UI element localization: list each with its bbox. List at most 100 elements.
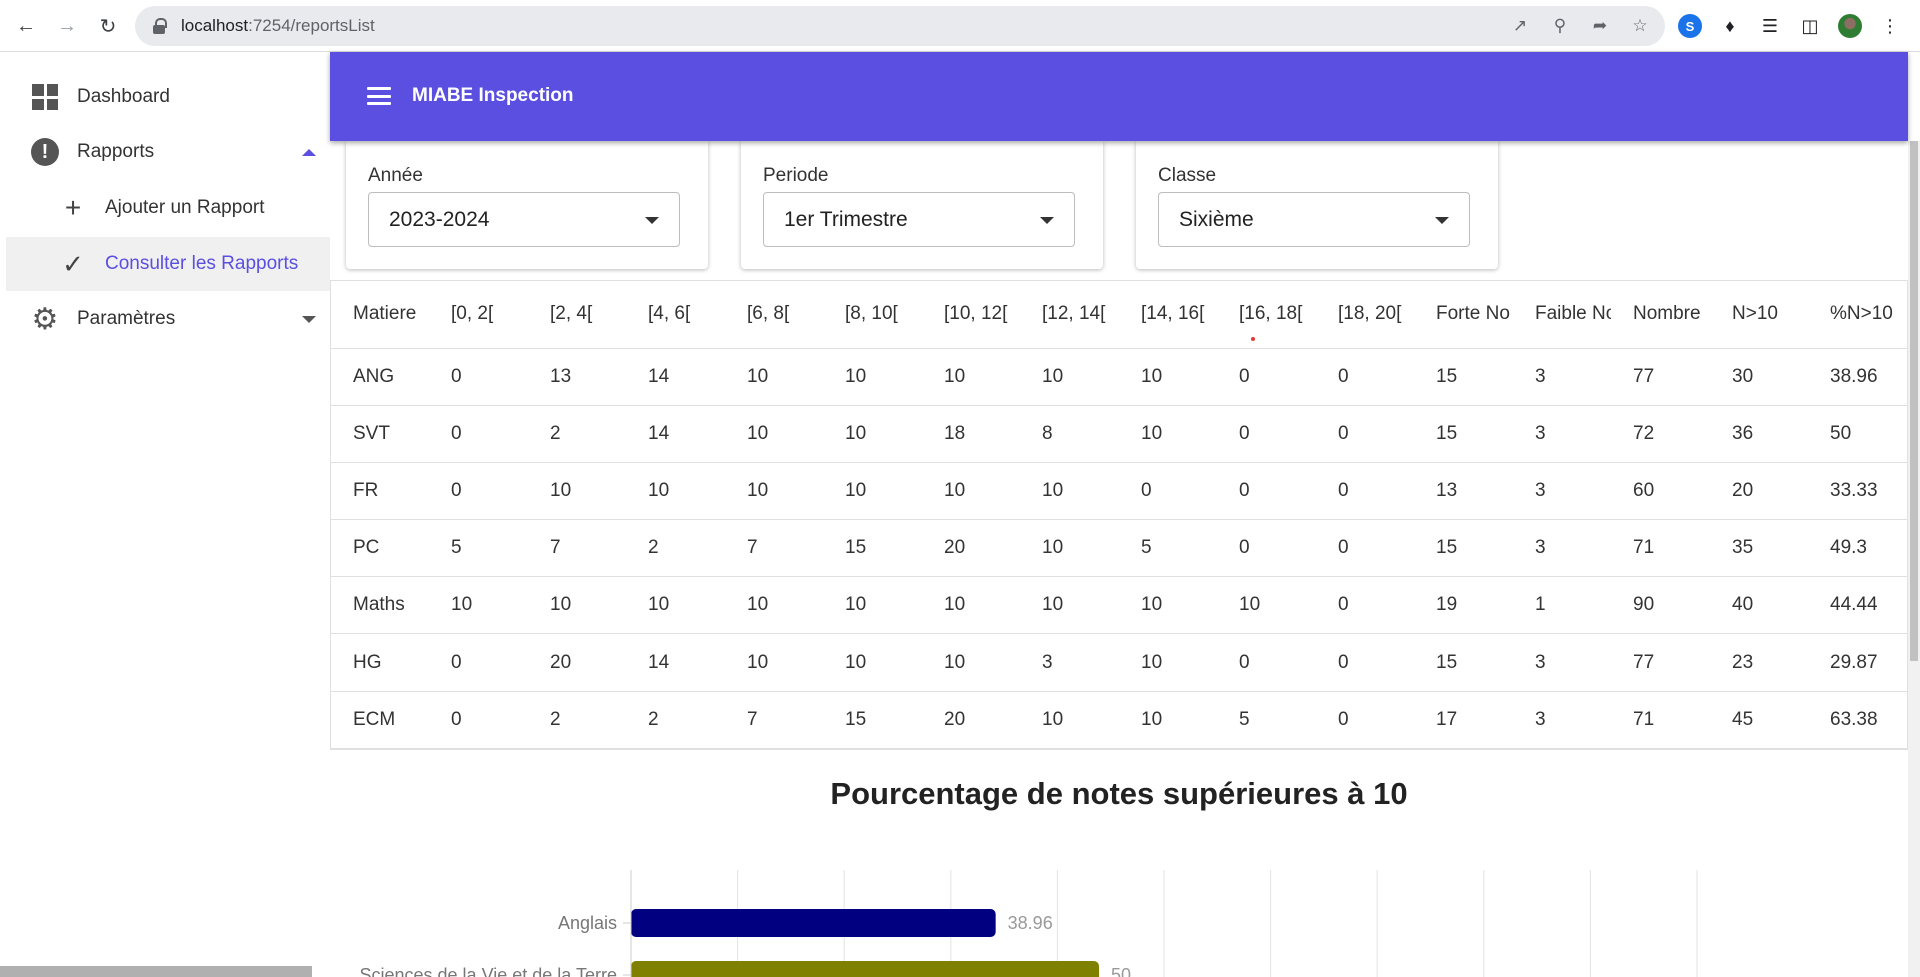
horizontal-scrollbar[interactable]: [0, 966, 312, 977]
chevron-down-icon: [302, 315, 316, 323]
lock-icon[interactable]: [153, 18, 167, 34]
table-cell: 10: [1217, 576, 1316, 635]
reload-icon[interactable]: ↻: [94, 12, 122, 40]
table-cell: 0: [1217, 519, 1316, 578]
column-header[interactable]: [0, 2[: [429, 281, 528, 349]
table-cell: 3: [1513, 691, 1611, 749]
table-cell: 20: [528, 633, 626, 692]
media-icon[interactable]: ☰: [1758, 14, 1782, 38]
table-cell: 0: [1217, 405, 1316, 463]
column-header[interactable]: Matiere: [331, 281, 429, 349]
forward-icon[interactable]: →: [53, 12, 81, 40]
table-cell: 71: [1611, 519, 1710, 578]
column-header[interactable]: N>10: [1710, 281, 1808, 349]
column-header[interactable]: [14, 16[: [1119, 281, 1217, 349]
table-cell: 17: [1414, 691, 1513, 749]
profile-avatar[interactable]: [1838, 14, 1862, 38]
table-cell: 10: [725, 405, 823, 463]
table-cell: 10: [1020, 348, 1119, 406]
table-cell: 14: [626, 348, 725, 406]
table-cell: 44.44: [1808, 576, 1907, 635]
gear-icon: ⚙: [31, 302, 59, 336]
extension-icon[interactable]: S: [1678, 14, 1702, 38]
select-value: Sixième: [1179, 207, 1254, 231]
chart-svg: Anglais 38.96 Sciences de la Vie et de la …: [360, 870, 1698, 977]
hamburger-menu-icon[interactable]: [367, 87, 391, 105]
table-cell: 10: [429, 576, 528, 635]
column-header[interactable]: [4, 6[: [626, 281, 725, 349]
plus-icon: +: [64, 192, 82, 223]
table-cell: 38.96: [1808, 348, 1907, 406]
table-cell: 10: [1020, 576, 1119, 635]
periode-select[interactable]: 1er Trimestre: [763, 192, 1075, 247]
table-cell: 3: [1020, 633, 1119, 692]
puzzle-icon[interactable]: ♦: [1718, 14, 1742, 38]
classe-select[interactable]: Sixième: [1158, 192, 1470, 247]
table-cell: 20: [922, 519, 1020, 578]
table-cell: 0: [1316, 405, 1414, 463]
dropdown-arrow-icon: [645, 217, 659, 224]
table-cell: 15: [1414, 348, 1513, 406]
table-cell: 13: [528, 348, 626, 406]
table-cell: 71: [1611, 691, 1710, 749]
column-header[interactable]: [12, 14[: [1020, 281, 1119, 349]
table-cell: 10: [823, 348, 922, 406]
table-row: PC 5 7 2 7 15 20 10 5 0 0 15 3 71 35 49.3: [331, 519, 1907, 578]
sidebar-item-rapports[interactable]: ! Rapports: [6, 125, 330, 179]
subject-cell: PC: [331, 519, 429, 578]
share-icon[interactable]: ➦: [1589, 15, 1611, 37]
back-icon[interactable]: ←: [12, 12, 40, 40]
table-cell: 33.33: [1808, 462, 1907, 521]
value-label: 50: [1111, 965, 1131, 977]
table-row: Maths 10 10 10 10 10 10 10 10 10 0 19 1 90 40 44.44: [331, 576, 1907, 635]
table-cell: 10: [1119, 633, 1217, 692]
star-icon[interactable]: ☆: [1629, 15, 1651, 37]
table-cell: 2: [626, 691, 725, 749]
open-external-icon[interactable]: ↗: [1509, 15, 1531, 37]
annee-select[interactable]: 2023-2024: [368, 192, 680, 247]
vertical-scrollbar-thumb[interactable]: [1910, 141, 1918, 661]
sidebar-item-dashboard[interactable]: Dashboard: [6, 70, 330, 124]
column-header[interactable]: [10, 12[: [922, 281, 1020, 349]
zoom-icon[interactable]: ⚲: [1549, 15, 1571, 37]
menu-icon[interactable]: ⋮: [1878, 14, 1902, 38]
browser-toolbar: ← → ↻ localhost:7254/reportsList ↗ ⚲ ➦ ☆…: [0, 0, 1920, 52]
sidebar: Dashboard ! Rapports + Ajouter un Rappor…: [0, 52, 330, 977]
sidebar-item-parametres[interactable]: ⚙ Paramètres: [6, 292, 330, 346]
table-cell: 14: [626, 633, 725, 692]
table-cell: 23: [1710, 633, 1808, 692]
table-cell: 0: [429, 348, 528, 406]
column-header[interactable]: [18, 20[: [1316, 281, 1414, 349]
column-header[interactable]: Nombre: [1611, 281, 1710, 349]
bar[interactable]: [631, 909, 996, 937]
table-cell: 3: [1513, 519, 1611, 578]
table-cell: 2: [528, 691, 626, 749]
sidebar-item-ajouter-rapport[interactable]: + Ajouter un Rapport: [6, 181, 330, 235]
filter-label: Année: [368, 165, 423, 186]
sidepanel-icon[interactable]: ◫: [1798, 14, 1822, 38]
table-cell: 8: [1020, 405, 1119, 463]
table-cell: 0: [429, 462, 528, 521]
sidebar-item-consulter-rapports[interactable]: ✓ Consulter les Rapports: [6, 237, 330, 291]
table-cell: 15: [1414, 519, 1513, 578]
sidebar-item-label: Ajouter un Rapport: [105, 197, 265, 218]
table-cell: 5: [1119, 519, 1217, 578]
subject-cell: FR: [331, 462, 429, 521]
table-cell: 0: [1316, 348, 1414, 406]
column-header[interactable]: %N>10: [1808, 281, 1907, 349]
column-header[interactable]: [8, 10[: [823, 281, 922, 349]
table-cell: 10: [1119, 405, 1217, 463]
column-header[interactable]: [2, 4[: [528, 281, 626, 349]
address-bar[interactable]: localhost:7254/reportsList ↗ ⚲ ➦ ☆: [135, 6, 1665, 46]
table-cell: 10: [1020, 462, 1119, 521]
column-header[interactable]: [16, 18[: [1217, 281, 1316, 349]
table-cell: 10: [626, 462, 725, 521]
bar[interactable]: [631, 961, 1099, 977]
table-cell: 7: [725, 691, 823, 749]
table-cell: 10: [922, 348, 1020, 406]
column-header[interactable]: [6, 8[: [725, 281, 823, 349]
column-header[interactable]: Faible No: [1513, 281, 1611, 349]
table-cell: 77: [1611, 633, 1710, 692]
column-header[interactable]: Forte No: [1414, 281, 1513, 349]
subject-cell: ANG: [331, 348, 429, 406]
